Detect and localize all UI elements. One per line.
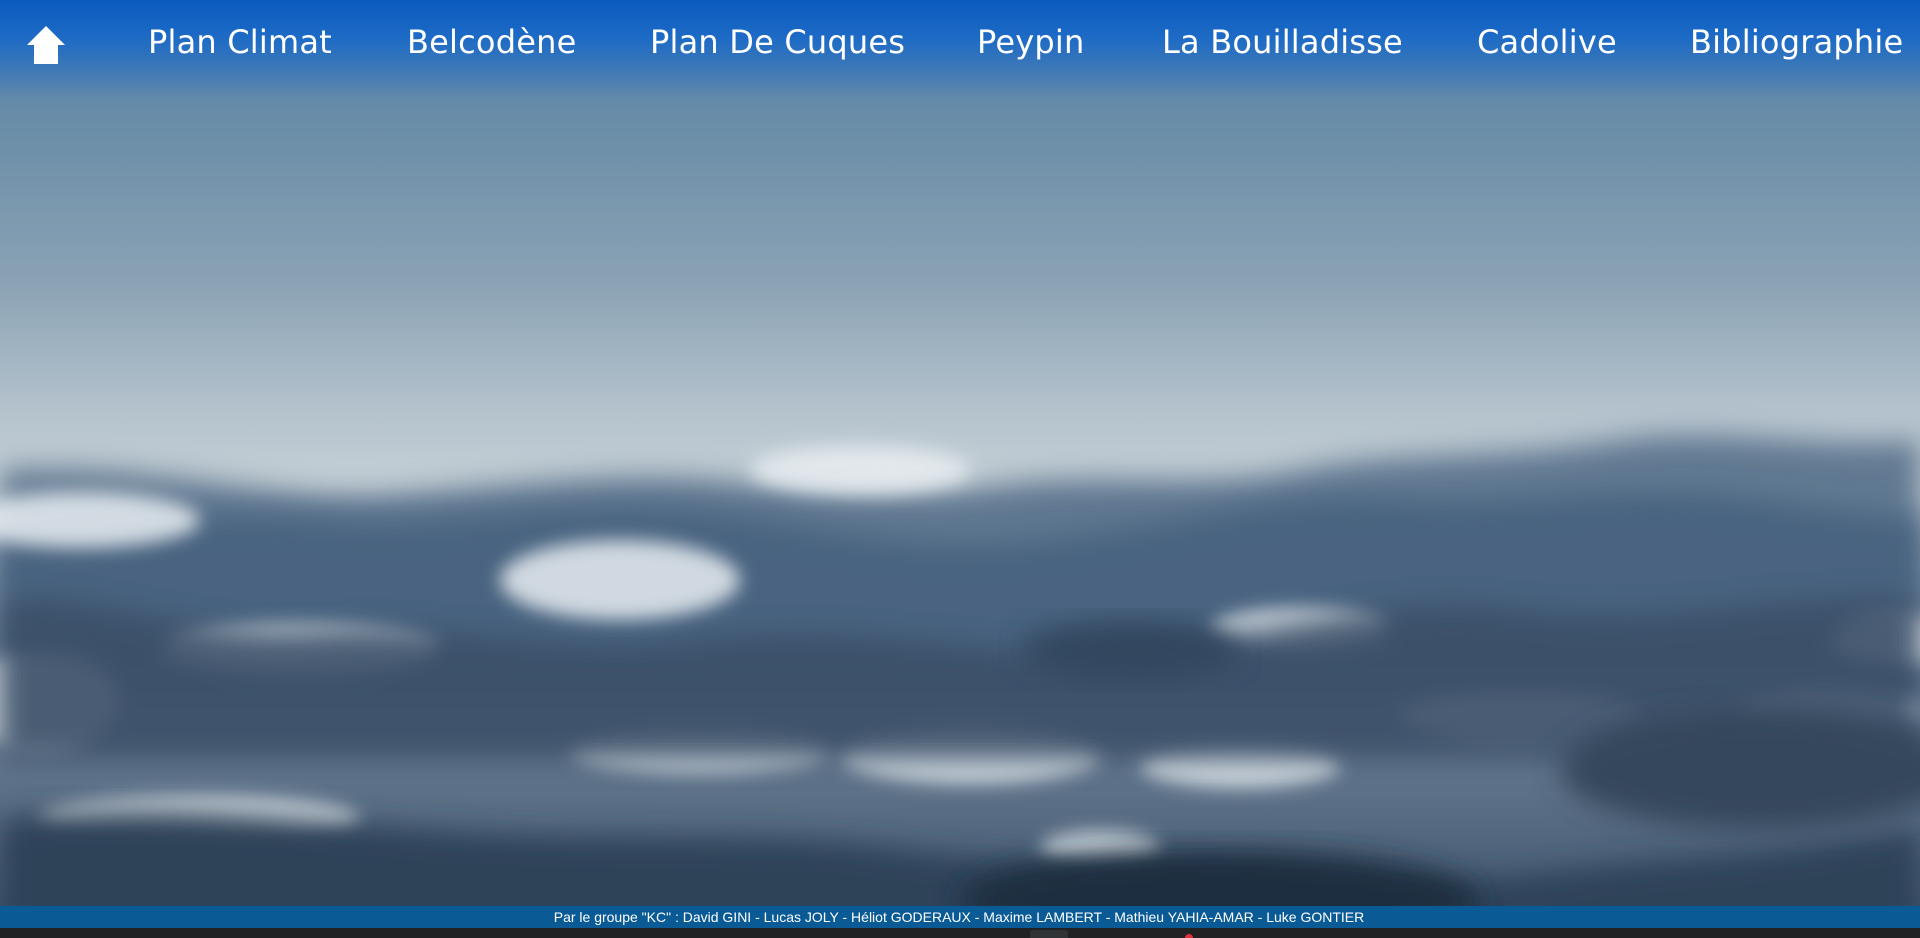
taskbar-tab-mark xyxy=(1030,930,1068,938)
footer-credits-bar: Par le groupe "KC" : David GINI - Lucas … xyxy=(0,906,1920,928)
background-mountain-image xyxy=(0,0,1920,938)
home-link[interactable] xyxy=(25,25,67,65)
home-icon xyxy=(27,26,65,64)
footer-credits-text: Par le groupe "KC" : David GINI - Lucas … xyxy=(553,909,1365,925)
nav-item-belcodene[interactable]: Belcodène xyxy=(407,20,576,64)
nav-item-plan-climat[interactable]: Plan Climat xyxy=(148,20,332,64)
nav-item-plan-de-cuques[interactable]: Plan De Cuques xyxy=(650,20,905,64)
page: Plan Climat Belcodène Plan De Cuques Pey… xyxy=(0,0,1920,938)
nav-item-cadolive[interactable]: Cadolive xyxy=(1477,20,1617,64)
nav-item-la-bouilladisse[interactable]: La Bouilladisse xyxy=(1162,20,1403,64)
nav-item-peypin[interactable]: Peypin xyxy=(977,20,1084,64)
top-navigation-bar: Plan Climat Belcodène Plan De Cuques Pey… xyxy=(0,0,1920,100)
bottom-browser-strip xyxy=(0,928,1920,938)
nav-item-bibliographie[interactable]: Bibliographie xyxy=(1690,20,1903,64)
notification-dot-icon xyxy=(1185,934,1193,938)
